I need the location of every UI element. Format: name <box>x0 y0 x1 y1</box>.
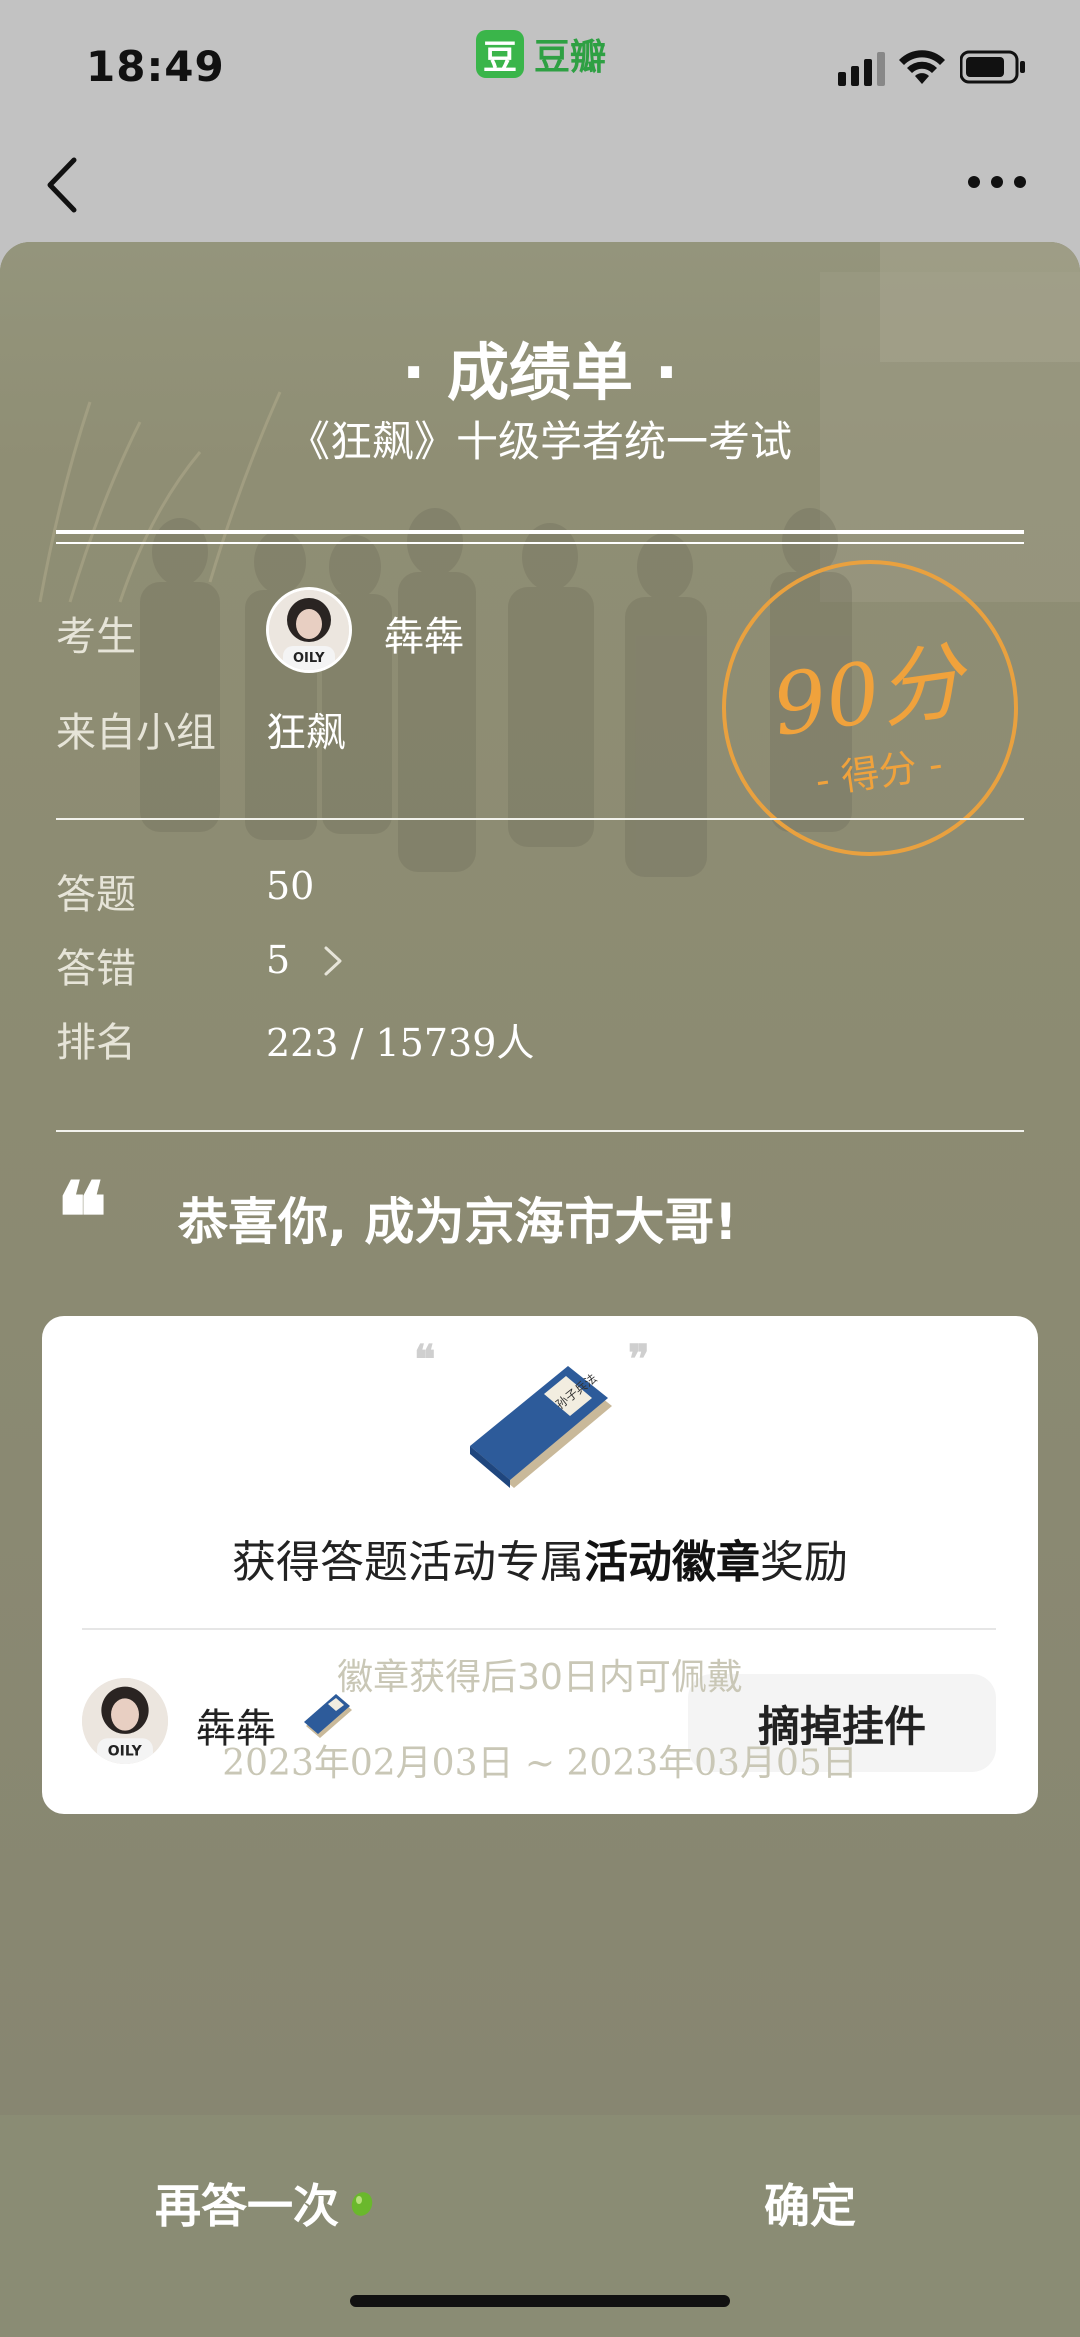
wifi-icon <box>899 50 945 84</box>
stat-value-rank: 223 / 15739人 <box>266 1021 535 1065</box>
app-name: 豆瓣 <box>534 37 607 78</box>
cellular-signal-icon <box>838 52 885 86</box>
home-indicator <box>350 2295 730 2307</box>
retry-label: 再答一次 <box>155 2179 339 2233</box>
candidate-name[interactable]: 犇犇 <box>384 604 464 662</box>
stat-label-answered: 答题 <box>56 872 136 918</box>
svg-text:OILY: OILY <box>293 651 325 666</box>
quote-icon: ❝ <box>56 1161 108 1274</box>
chevron-right-icon[interactable] <box>322 944 344 978</box>
reward-divider <box>82 1628 996 1630</box>
more-options-button[interactable] <box>962 160 1032 200</box>
nav-bar <box>0 130 1080 240</box>
retry-button[interactable]: 再答一次 <box>100 2153 430 2253</box>
battery-icon <box>960 50 1025 84</box>
wear-note: 徽章获得后30日内可佩戴 <box>337 1657 743 1698</box>
stat-value-wrong[interactable]: 5 <box>266 938 290 982</box>
status-time: 18:49 <box>86 42 225 91</box>
bottom-action-bar: 再答一次 确定 <box>0 2115 1080 2337</box>
sheet-title: · 成绩单 · <box>401 336 679 409</box>
candidate-label: 考生 <box>56 614 136 660</box>
confirm-button[interactable]: 确定 <box>660 2153 960 2253</box>
book-badge-icon: 孙子兵法 <box>470 1366 612 1488</box>
reward-text-bold: 活动徽章 <box>584 1537 760 1588</box>
candidate-avatar[interactable]: OILY <box>266 587 352 673</box>
date-range: 2023年02月03日 ~ 2023年03月05日 <box>222 1743 858 1784</box>
douban-bean-icon <box>351 2192 373 2216</box>
douban-logo-icon: 豆 <box>476 30 524 78</box>
stats-divider <box>56 1130 1024 1132</box>
drama-poster-background <box>0 242 1080 2115</box>
info-divider <box>56 818 1024 820</box>
avatar-photo-icon: OILY <box>269 590 349 670</box>
congrats-message: 恭喜你, 成为京海市大哥! <box>178 1193 738 1251</box>
title-divider <box>56 530 1024 544</box>
reward-text-post: 奖励 <box>760 1537 848 1588</box>
close-quote-icon: ❞ <box>628 1336 650 1383</box>
app-indicator: 豆 豆瓣 <box>476 28 606 80</box>
stat-label-rank: 排名 <box>56 1020 136 1066</box>
back-button[interactable] <box>36 150 86 220</box>
exam-subtitle: 《狂飙》十级学者统一考试 <box>287 417 792 466</box>
group-name[interactable]: 狂飙 <box>266 700 346 758</box>
reward-text-pre: 获得答题活动专属 <box>232 1537 584 1588</box>
stat-label-wrong: 答错 <box>56 946 136 992</box>
reward-text: 获得答题活动专属活动徽章奖励 <box>42 1526 1038 1590</box>
open-quote-icon: ❝ <box>414 1336 436 1383</box>
status-bar: 18:49 豆 豆瓣 <box>0 0 1080 130</box>
result-card: · 成绩单 · 《狂飙》十级学者统一考试 考生 OILY 犇犇 来自小组 狂飙 … <box>0 242 1080 2115</box>
stat-value-answered: 50 <box>266 864 315 908</box>
group-label: 来自小组 <box>56 710 216 756</box>
